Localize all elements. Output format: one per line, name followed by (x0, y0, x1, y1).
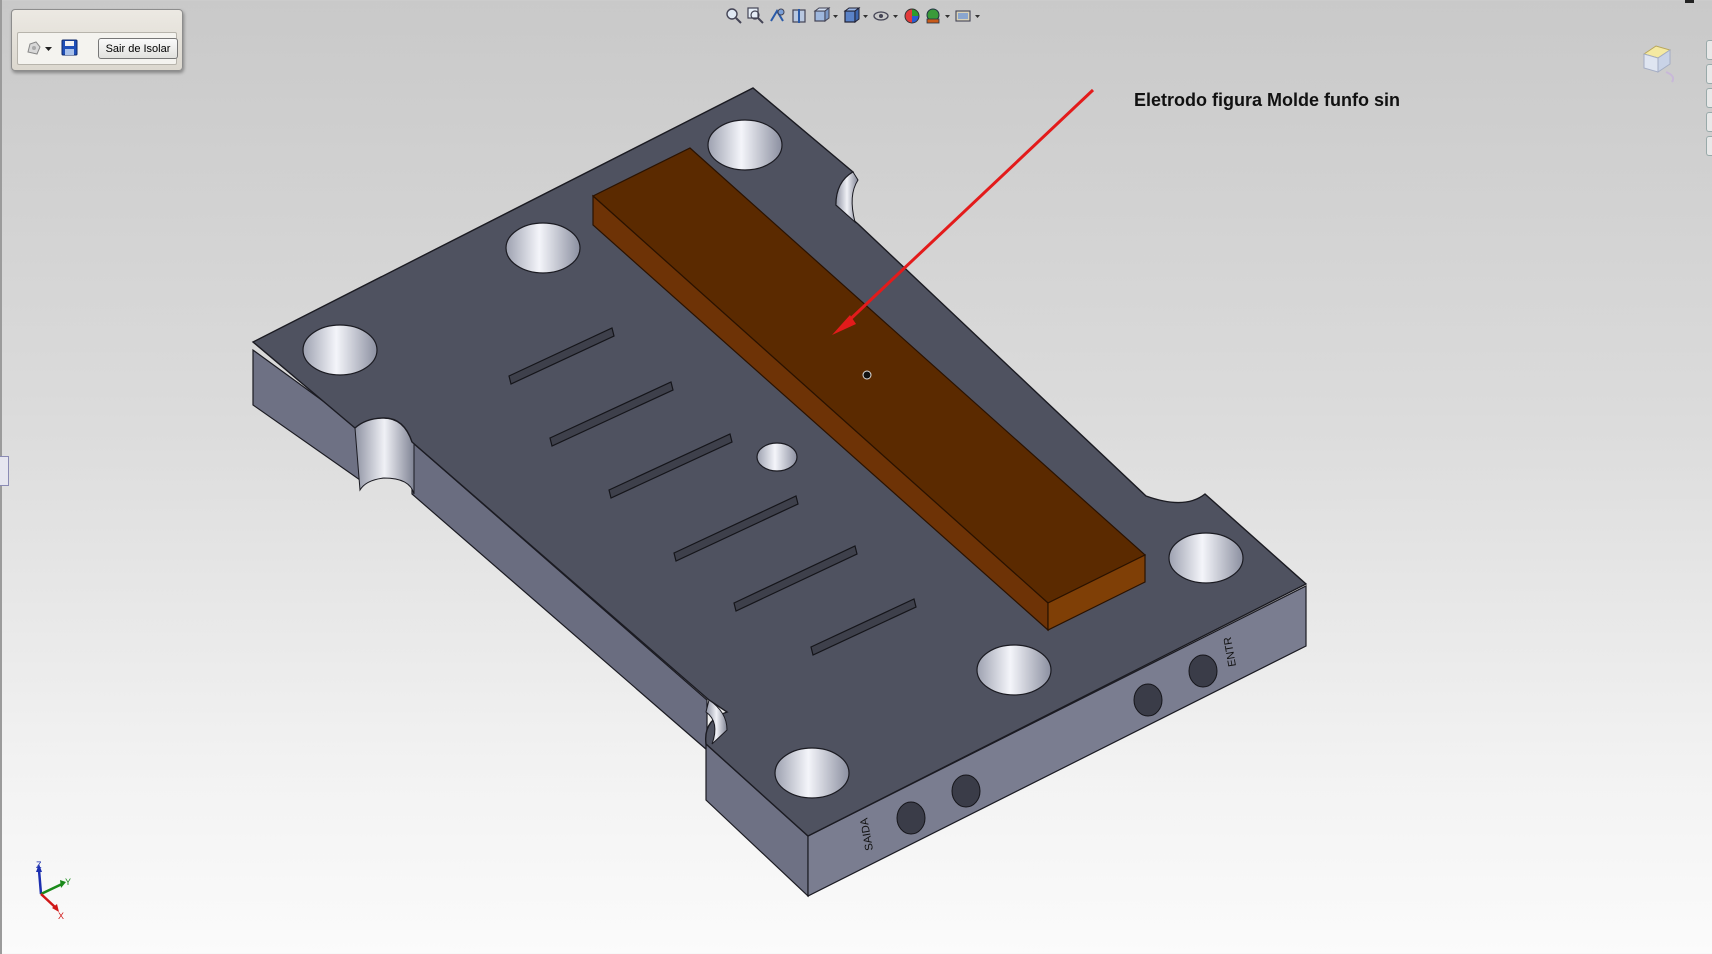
side-hole-3 (1133, 683, 1163, 717)
view-cube-icon[interactable] (1636, 40, 1682, 86)
reference-triad: Z Y X (28, 860, 78, 921)
model-scene[interactable]: SAIDA ENTR (0, 0, 1712, 954)
section-view-icon[interactable] (790, 6, 810, 26)
exit-isolate-button[interactable]: Sair de Isolar (98, 38, 178, 59)
previous-view-icon[interactable] (768, 6, 788, 26)
hole-2 (505, 222, 581, 274)
side-hole-2 (951, 774, 981, 808)
axis-z-label: Z (36, 860, 42, 870)
feature-manager-collapse-handle[interactable] (0, 456, 9, 486)
task-pane-tab-3[interactable] (1706, 88, 1712, 108)
zoom-to-area-icon[interactable] (746, 6, 766, 26)
isolate-toolbar: Sair de Isolar (11, 9, 183, 71)
hole-3 (302, 324, 378, 376)
dropdown-arrow-icon[interactable] (44, 38, 54, 58)
annotation-label: Eletrodo figura Molde funfo sin (1134, 90, 1400, 110)
display-style-icon[interactable] (842, 6, 870, 26)
hole-6 (774, 747, 850, 799)
hide-show-items-icon[interactable] (872, 6, 900, 26)
edit-appearance-icon[interactable] (902, 6, 922, 26)
hole-small-center (756, 442, 798, 472)
graphics-area[interactable]: SAIDA ENTR Eletrodo figura Molde funfo s… (0, 0, 1712, 954)
apply-scene-icon[interactable] (924, 6, 952, 26)
isolate-toolbar-body: Sair de Isolar (17, 32, 178, 65)
side-hole-1 (896, 801, 926, 835)
annotation-arrow (832, 88, 1095, 335)
axis-x-label: X (58, 911, 64, 920)
side-hole-4 (1188, 654, 1218, 688)
task-pane-tab-1[interactable] (1706, 40, 1712, 60)
task-pane-tab-4[interactable] (1706, 112, 1712, 132)
axis-y-label: Y (65, 877, 71, 887)
save-icon[interactable] (60, 38, 80, 58)
zoom-to-fit-icon[interactable] (724, 6, 744, 26)
task-pane-tabs (1706, 40, 1712, 160)
task-pane-tab-5[interactable] (1706, 136, 1712, 156)
display-style-icon[interactable] (24, 38, 44, 58)
hole-4 (1168, 532, 1244, 584)
heads-up-view-toolbar (724, 6, 982, 26)
hole-1 (707, 119, 783, 171)
view-settings-icon[interactable] (954, 6, 982, 26)
view-orientation-icon[interactable] (812, 6, 840, 26)
task-pane-tab-2[interactable] (1706, 64, 1712, 84)
hole-5 (976, 644, 1052, 696)
electrode-origin-marker (862, 370, 872, 380)
